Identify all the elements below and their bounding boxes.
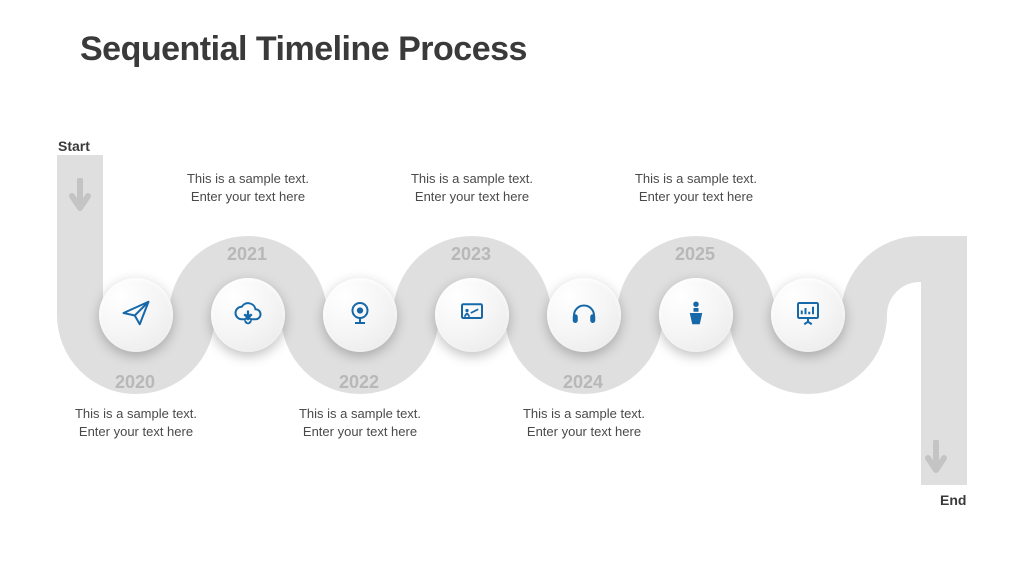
node-2025 [659, 278, 733, 352]
desc-2025: This is a sample text. Enter your text h… [626, 170, 766, 205]
start-label: Start [58, 138, 90, 154]
node-2022 [323, 278, 397, 352]
node-2024 [547, 278, 621, 352]
podium-icon [681, 298, 711, 333]
desc-2022: This is a sample text. Enter your text h… [290, 405, 430, 440]
node-2020 [99, 278, 173, 352]
year-2020: 2020 [115, 372, 155, 393]
start-arrow-icon [68, 178, 92, 218]
year-2024: 2024 [563, 372, 603, 393]
year-2025: 2025 [675, 244, 715, 265]
year-2022: 2022 [339, 372, 379, 393]
end-arrow-icon [924, 440, 948, 480]
node-2026 [771, 278, 845, 352]
paper-plane-icon [121, 298, 151, 333]
desc-2020: This is a sample text. Enter your text h… [66, 405, 206, 440]
node-2021 [211, 278, 285, 352]
page-title: Sequential Timeline Process [80, 30, 527, 69]
year-2023: 2023 [451, 244, 491, 265]
headphones-icon [569, 298, 599, 333]
desc-2023: This is a sample text. Enter your text h… [402, 170, 542, 205]
desc-2021: This is a sample text. Enter your text h… [178, 170, 318, 205]
presentation-chart-icon [793, 298, 823, 333]
cloud-download-icon [233, 298, 263, 333]
year-2021: 2021 [227, 244, 267, 265]
node-2023 [435, 278, 509, 352]
webcam-icon [345, 298, 375, 333]
presentation-icon [457, 298, 487, 333]
desc-2024: This is a sample text. Enter your text h… [514, 405, 654, 440]
